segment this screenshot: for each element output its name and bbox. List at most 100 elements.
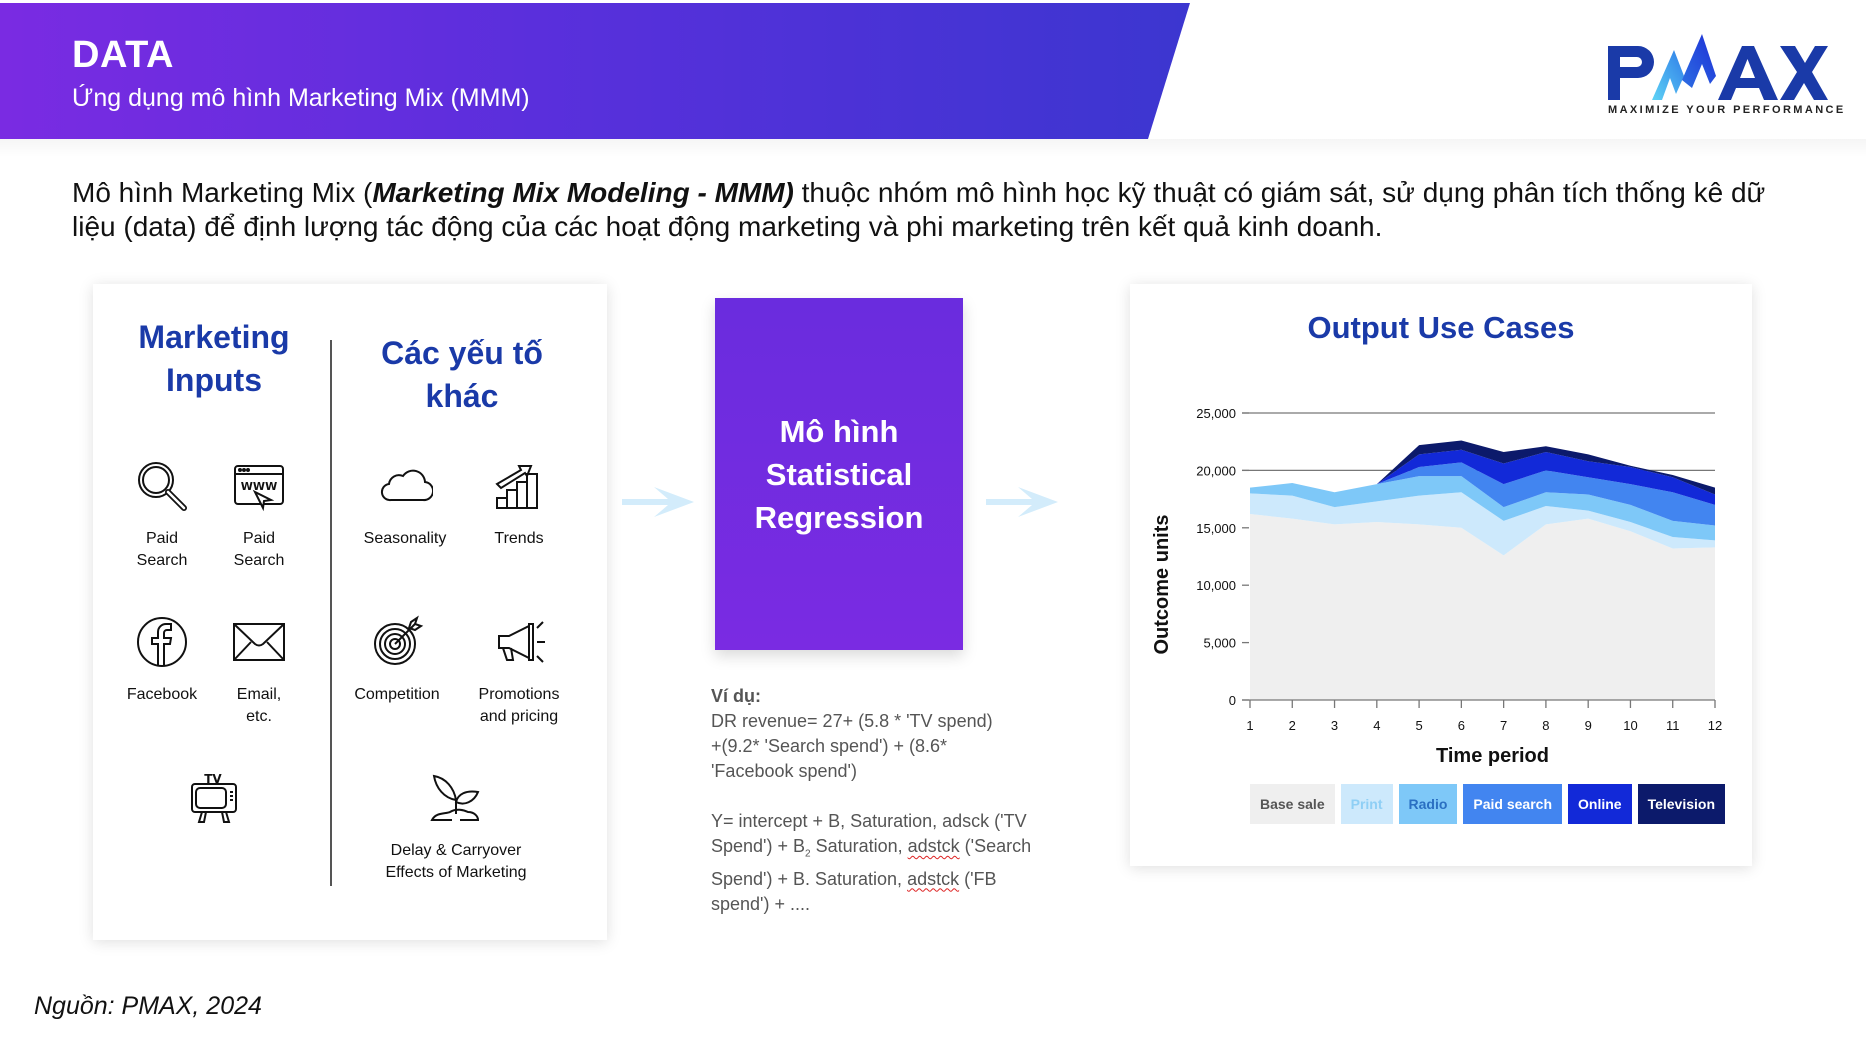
example-line: +(9.2* 'Search spend') + (8.6*	[711, 736, 948, 756]
input-item-facebook: Facebook	[107, 614, 217, 706]
sprout-icon	[430, 774, 480, 821]
magnifier-icon	[138, 462, 187, 511]
y-tick-label: 0	[1229, 693, 1236, 708]
model-box-line1: Mô hình	[779, 413, 899, 449]
x-tick-label: 5	[1415, 718, 1422, 733]
item-label-line2: Search	[233, 552, 285, 569]
example-line: 'Facebook spend')	[711, 761, 857, 781]
arrow-right-icon	[986, 487, 1058, 517]
input-item-email: Email, etc.	[204, 614, 314, 728]
input-item-paid-search: Paid Search	[107, 458, 217, 572]
logo-letter-x	[1780, 46, 1828, 100]
x-tick-label: 6	[1458, 718, 1465, 733]
y-tick-label: 20,000	[1196, 463, 1236, 478]
browser-www-icon: WWW	[234, 465, 284, 512]
y-axis-label: Outcome units	[1151, 514, 1173, 654]
x-axis-label: Time period	[1436, 745, 1549, 767]
item-label-line1: Competition	[354, 686, 440, 703]
logo-peak-2	[1682, 34, 1716, 88]
tv-icon: TV	[191, 772, 237, 823]
example-line: spend') + ....	[711, 893, 810, 914]
intro-prefix: Mô hình Marketing Mix (	[72, 177, 373, 208]
x-tick-label: 12	[1708, 718, 1722, 733]
cloud-icon	[380, 469, 433, 502]
header-banner	[0, 3, 1190, 139]
page-subtitle: Ứng dụng mô hình Marketing Mix (MMM)	[72, 84, 530, 112]
logo-tagline: MAXIMIZE YOUR PERFORMANCE	[1608, 104, 1846, 116]
intro-paragraph: Mô hình Marketing Mix (Marketing Mix Mod…	[72, 176, 1792, 244]
other-item-competition: Competition	[342, 614, 452, 706]
chart-legend: Base sale Print Radio Paid search Online Tele…	[1250, 784, 1725, 824]
page-title: DATA	[72, 34, 174, 76]
logo-peak-1	[1652, 50, 1684, 100]
item-label-line1: Promotions	[478, 686, 560, 703]
svg-text:TV: TV	[204, 772, 222, 786]
item-label-line1: Trends	[494, 530, 544, 547]
other-factors-title: Các yếu tố khác	[352, 332, 572, 418]
logo-letter-a	[1718, 46, 1778, 100]
item-label-line2: Search	[136, 552, 188, 569]
y-tick-label: 5,000	[1203, 636, 1236, 651]
legend-item-print: Print	[1340, 784, 1393, 824]
item-label-line2: etc.	[246, 708, 272, 725]
x-tick-label: 9	[1585, 718, 1592, 733]
legend-item-online: Online	[1568, 784, 1632, 824]
example-line: Spend') + B. Saturation, adstck ('FB	[711, 867, 1091, 892]
input-item-tv: TV	[159, 770, 269, 840]
x-tick-label: 2	[1289, 718, 1296, 733]
item-label-line1: Delay & Carryover	[390, 842, 522, 859]
other-factors-title-line1: Các yếu tố	[381, 335, 543, 371]
x-tick-label: 10	[1623, 718, 1637, 733]
chart-title: Output Use Cases	[1307, 310, 1575, 345]
y-tick-label: 15,000	[1196, 521, 1236, 536]
item-label-line1: Paid	[242, 530, 276, 547]
item-label-line2: and pricing	[479, 708, 559, 725]
legend-item-paid-search: Paid search	[1463, 784, 1562, 824]
legend-item-base-sale: Base sale	[1250, 784, 1335, 824]
item-label-line1: Seasonality	[363, 530, 447, 547]
text-fragment: ('FB	[959, 868, 997, 889]
text-fragment: Spend') + B. Saturation,	[711, 868, 908, 889]
column-divider	[330, 340, 332, 886]
text-fragment: ('Search	[959, 836, 1032, 856]
other-item-delay-carryover: Delay & Carryover Effects of Marketing	[370, 770, 542, 884]
item-label-line1: Paid	[145, 530, 179, 547]
header-shadow	[0, 139, 1866, 157]
model-box-line3: Regression	[754, 499, 924, 535]
area-series-base-sale	[1250, 514, 1715, 700]
example-title: Ví dụ:	[711, 686, 761, 706]
arrow-right-icon	[622, 487, 694, 517]
intro-emphasis: Marketing Mix Modeling - MMM)	[372, 177, 794, 208]
other-factors-title-line2: khác	[425, 378, 499, 414]
example-formula: Ví dụ: DR revenue= 27+ (5.8 * 'TV spend)…	[711, 684, 1091, 917]
legend-item-radio: Radio	[1398, 784, 1458, 824]
text-fragment: Saturation,	[810, 836, 908, 856]
facebook-icon	[137, 617, 187, 667]
envelope-icon	[233, 623, 285, 661]
example-line: Y= intercept + B, Saturation, adsck ('TV	[711, 811, 1027, 831]
megaphone-icon	[498, 621, 545, 663]
x-tick-label: 7	[1500, 718, 1507, 733]
statistical-regression-model-box: Mô hình Statistical Regression	[715, 298, 963, 650]
other-item-trends: Trends	[464, 458, 574, 550]
y-tick-label: 25,000	[1196, 406, 1236, 421]
marketing-inputs-title-line1: Marketing	[138, 319, 290, 355]
example-line: Spend') + B2 Saturation, adstck ('Search	[711, 834, 1091, 867]
text-fragment: Spend') + B	[711, 836, 805, 856]
trend-chart-icon	[495, 465, 538, 509]
x-tick-label: 11	[1666, 718, 1680, 733]
logo-letter-p	[1608, 46, 1654, 100]
example-line: DR revenue= 27+ (5.8 * 'TV spend)	[711, 711, 993, 731]
item-label-line1: Email,	[236, 686, 282, 703]
other-item-seasonality: Seasonality	[350, 458, 460, 550]
marketing-inputs-title-line2: Inputs	[166, 362, 262, 398]
stacked-area-chart: 05,00010,00015,00020,00025,0001 2 3 4 5 6 7 8 9 1…	[1151, 406, 1722, 767]
model-box-line2: Statistical	[765, 456, 913, 492]
other-item-promotions: Promotions and pricing	[464, 614, 574, 728]
spellcheck-flagged-word: adstck	[907, 868, 960, 889]
x-tick-label: 1	[1246, 718, 1253, 733]
source-note: Nguồn: PMAX, 2024	[34, 992, 262, 1020]
target-icon	[374, 615, 424, 665]
spellcheck-flagged-word: adstck	[907, 836, 960, 856]
